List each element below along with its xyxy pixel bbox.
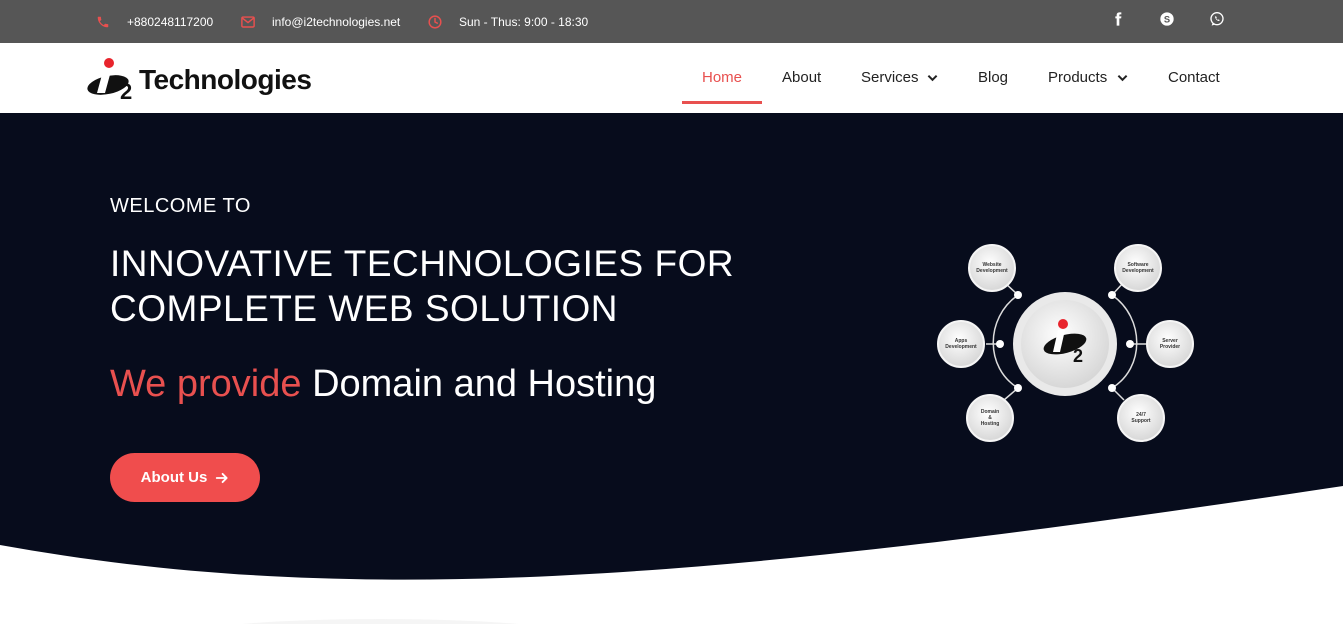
service-node-website[interactable]: Website Development <box>968 244 1016 292</box>
main-header: 2 Technologies Home About Services Blog … <box>0 43 1343 113</box>
hero-tagline: We provide Domain and Hosting <box>110 363 656 406</box>
nav-blog[interactable]: Blog <box>978 69 1008 86</box>
service-node-apps[interactable]: Apps Development <box>937 320 985 368</box>
nav-about[interactable]: About <box>782 69 821 86</box>
nav-products-label: Products <box>1048 69 1108 86</box>
phone-icon <box>97 16 109 27</box>
nav-services[interactable]: Services <box>861 69 938 86</box>
phone-info[interactable]: +880248117200 <box>96 0 213 43</box>
chevron-down-icon <box>927 74 937 81</box>
svg-text:2: 2 <box>1073 346 1083 366</box>
center-logo-node: 2 <box>1013 292 1117 396</box>
nav-contact-label: Contact <box>1168 69 1220 86</box>
services-diagram: 2 Website Development Software Development… <box>937 244 1194 442</box>
about-us-button[interactable]: About Us <box>110 453 260 502</box>
nav-home-label: Home <box>702 69 743 86</box>
svg-text:S: S <box>1164 14 1170 24</box>
welcome-text: WELCOME TO <box>110 195 251 217</box>
facebook-icon[interactable] <box>1110 11 1126 27</box>
hours-text: Sun - Thus: 9:00 - 18:30 <box>459 14 589 29</box>
svg-text:2: 2 <box>120 79 132 101</box>
tagline-rotating-text: Domain and Hosting <box>312 363 657 405</box>
nav-services-label: Services <box>861 69 919 86</box>
node-label: Server Provider <box>1160 338 1180 350</box>
nav-active-indicator <box>682 101 762 104</box>
hero-headline: INNOVATIVE TECHNOLOGIES FOR COMPLETE WEB… <box>110 243 735 329</box>
phone-text: +880248117200 <box>127 14 214 29</box>
top-bar: +880248117200 info@i2technologies.net Su… <box>0 0 1343 43</box>
envelope-icon <box>241 15 255 28</box>
service-node-support[interactable]: 24/7 Support <box>1117 394 1165 442</box>
clock-icon <box>428 14 442 29</box>
skype-icon[interactable]: S <box>1159 11 1175 27</box>
site-logo[interactable]: 2 Technologies <box>86 57 326 101</box>
email-info[interactable]: info@i2technologies.net <box>241 0 400 43</box>
chevron-down-icon <box>1117 74 1128 81</box>
nav-contact[interactable]: Contact <box>1168 69 1220 86</box>
hours-info: Sun - Thus: 9:00 - 18:30 <box>428 0 588 43</box>
arrow-right-icon <box>216 472 228 483</box>
nav-about-label: About <box>782 69 822 86</box>
about-us-label: About Us <box>140 469 208 486</box>
nav-blog-label: Blog <box>978 69 1009 86</box>
i2-logo-mark: 2 <box>87 58 132 101</box>
email-text: info@i2technologies.net <box>272 14 401 29</box>
hero-section: WELCOME TO INNOVATIVE TECHNOLOGIES FOR C… <box>0 113 1343 624</box>
service-node-server[interactable]: Server Provider <box>1146 320 1194 368</box>
logo-text: Technologies <box>139 64 312 95</box>
service-node-software[interactable]: Software Development <box>1114 244 1162 292</box>
nav-home[interactable]: Home <box>702 69 742 86</box>
service-node-domain[interactable]: Domain & Hosting <box>966 394 1014 442</box>
nav-products[interactable]: Products <box>1048 69 1128 86</box>
whatsapp-icon[interactable] <box>1209 11 1225 27</box>
tagline-accent: We provide <box>110 363 302 405</box>
